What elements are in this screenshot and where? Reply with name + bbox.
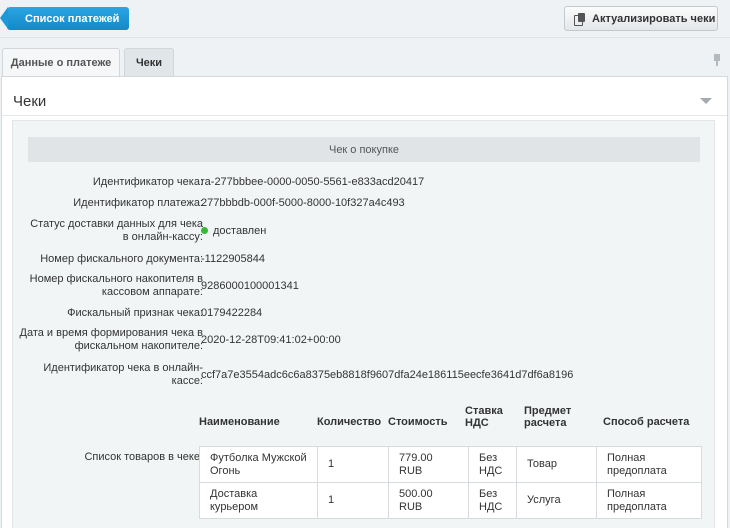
pin-icon[interactable] xyxy=(713,54,721,66)
table-row: Футболка Мужской Огонь 1 779.00 RUB Без … xyxy=(199,446,702,483)
fiscal-datetime-label: Дата и время формирования чека в фискаль… xyxy=(19,327,204,352)
col-header-name: Наименование xyxy=(199,416,280,428)
receipt-block: Чек о покупке Идентификатор чека: ra-277… xyxy=(12,120,715,528)
receipts-panel: Чеки Чек о покупке Идентификатор чека: r… xyxy=(1,76,728,528)
divider xyxy=(2,115,727,116)
status-dot-icon xyxy=(201,227,208,234)
cell-name: Доставка курьером xyxy=(199,482,318,519)
copy-icon xyxy=(574,12,586,26)
col-header-subject: Предмет расчета xyxy=(524,405,572,429)
delivery-status-label: Статус доставки данных для чека в онлайн… xyxy=(30,218,203,243)
fiscal-sign-value: 0179422284 xyxy=(201,307,263,319)
delivery-status-value: доставлен xyxy=(201,225,266,237)
online-cashbox-receipt-id-label: Идентификатор чека в онлайн-кассе: xyxy=(43,362,203,387)
goods-list-label: Список товаров в чеке: xyxy=(84,451,203,463)
cell-method: Полная предоплата xyxy=(596,446,702,483)
cell-price: 779.00 RUB xyxy=(388,446,469,483)
cell-qty: 1 xyxy=(317,446,389,483)
cell-subject: Услуга xyxy=(516,482,597,519)
cell-qty: 1 xyxy=(317,482,389,519)
fiscal-datetime-value: 2020-12-28T09:41:02+00:00 xyxy=(201,334,341,346)
top-toolbar: Список платежей Актуализировать чеки xyxy=(0,0,730,38)
cell-vat: Без НДС xyxy=(468,446,517,483)
col-header-price: Стоимость xyxy=(388,416,448,428)
section-title: Чек о покупке xyxy=(28,137,700,162)
cell-subject: Товар xyxy=(516,446,597,483)
cell-price: 500.00 RUB xyxy=(388,482,469,519)
receipt-id-value: ra-277bbbee-0000-0050-5561-e833acd20417 xyxy=(201,176,425,188)
tab-payment-data[interactable]: Данные о платеже xyxy=(2,48,120,76)
fiscal-storage-number-label: Номер фискального накопителя в кассовом … xyxy=(29,273,203,298)
col-header-qty: Количество xyxy=(317,416,382,428)
online-cashbox-receipt-id-value: ccf7a7e3554adc6c6a8375eb8818f9607dfa24e1… xyxy=(201,369,574,381)
goods-rows: Футболка Мужской Огонь 1 779.00 RUB Без … xyxy=(199,446,702,519)
fiscal-storage-number-value: 9286000100001341 xyxy=(201,280,299,292)
fiscal-sign-label: Фискальный признак чека: xyxy=(67,307,203,319)
delivery-status-text: доставлен xyxy=(213,225,267,237)
collapse-arrow-icon[interactable] xyxy=(700,98,712,104)
refresh-receipts-label: Актуализировать чеки xyxy=(592,12,716,25)
cell-vat: Без НДС xyxy=(468,482,517,519)
receipt-id-label: Идентификатор чека: xyxy=(92,176,203,188)
cell-name: Футболка Мужской Огонь xyxy=(199,446,318,483)
tab-bar: Данные о платеже Чеки xyxy=(0,46,730,76)
tab-receipts[interactable]: Чеки xyxy=(124,48,174,76)
panel-title: Чеки xyxy=(13,93,47,110)
col-header-vat: Ставка НДС xyxy=(465,405,503,429)
table-row: Доставка курьером 1 500.00 RUB Без НДС У… xyxy=(199,482,702,519)
col-header-method: Способ расчета xyxy=(603,416,690,428)
refresh-receipts-button[interactable]: Актуализировать чеки xyxy=(564,6,718,31)
payment-id-label: Идентификатор платежа: xyxy=(73,197,203,209)
payments-list-button[interactable]: Список платежей xyxy=(0,7,129,30)
fiscal-doc-number-value: -1122905844 xyxy=(201,253,266,265)
fiscal-doc-number-label: Номер фискального документа: xyxy=(40,253,203,265)
payment-id-value: 277bbbdb-000f-5000-8000-10f327a4c493 xyxy=(201,197,405,209)
cell-method: Полная предоплата xyxy=(596,482,702,519)
